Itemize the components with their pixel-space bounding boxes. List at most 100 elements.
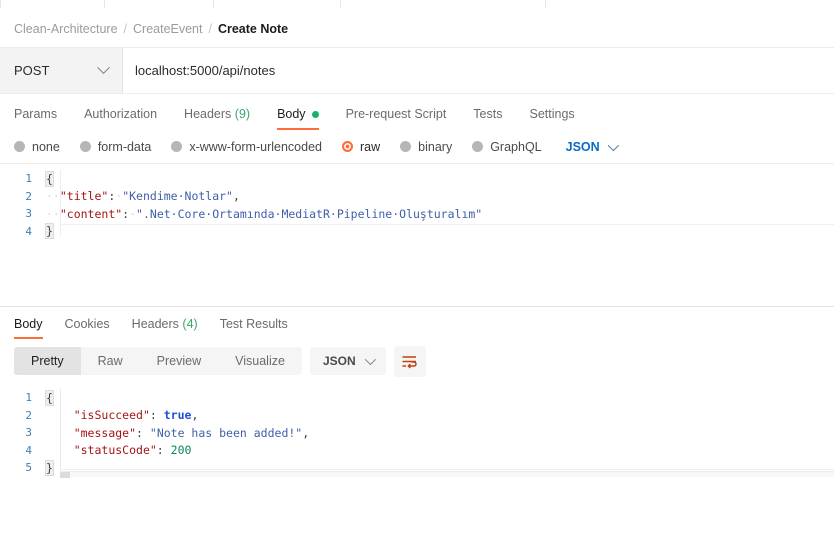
request-format-selector[interactable]: JSON (565, 139, 619, 154)
response-format-label: JSON (322, 354, 356, 368)
code-line: 1 { (0, 389, 834, 407)
response-tab-headers[interactable]: Headers (4) (132, 309, 198, 339)
body-type-urlencoded[interactable]: x-www-form-urlencoded (171, 140, 322, 154)
json-close-brace: } (45, 223, 54, 240)
request-body-editor[interactable]: 1 { 2 ··"title":·"Kendime·Notlar", 3 ··"… (0, 164, 834, 294)
json-close-brace: } (45, 459, 54, 476)
request-format-label: JSON (565, 139, 600, 154)
radio-icon (472, 141, 484, 152)
body-type-none-label: none (32, 139, 60, 154)
tab-settings[interactable]: Settings (529, 97, 586, 130)
json-comma: , (191, 408, 199, 423)
view-mode-visualize[interactable]: Visualize (218, 347, 302, 375)
response-tab-body-label: Body (14, 317, 43, 331)
chevron-down-icon (97, 61, 110, 75)
tab-stub-middle[interactable] (213, 0, 341, 8)
line-number: 3 (25, 426, 32, 440)
line-number: 1 (25, 391, 32, 405)
breadcrumb-separator-2: / (208, 21, 212, 36)
word-wrap-button[interactable] (393, 345, 426, 377)
breadcrumb-folder[interactable]: CreateEvent (133, 22, 202, 36)
tab-headers-label: Headers (184, 107, 232, 121)
code-line: 3 ··"content":·".Net·Core·Ortamında·Medi… (0, 205, 834, 223)
body-type-raw[interactable]: raw (342, 140, 380, 154)
tab-stub-right[interactable] (545, 0, 834, 8)
json-key: "content" (59, 206, 123, 221)
radio-selected-icon (342, 141, 353, 152)
body-type-form-data[interactable]: form-data (79, 140, 151, 154)
view-mode-raw[interactable]: Raw (81, 347, 140, 375)
tab-pre-request-script-label: Pre-request Script (345, 107, 447, 121)
breadcrumb-current: Create Note (217, 21, 289, 36)
view-mode-pretty[interactable]: Pretty (14, 347, 81, 375)
line-number: 3 (25, 207, 32, 221)
json-string-value: "Note has been added!" (149, 425, 303, 440)
json-comma: , (232, 189, 240, 204)
tab-authorization[interactable]: Authorization (84, 97, 169, 130)
word-wrap-icon (402, 355, 417, 369)
horizontal-scrollbar[interactable] (60, 471, 834, 478)
code-line: 4 "statusCode": 200 (0, 442, 834, 460)
json-key: "statusCode" (73, 443, 157, 458)
code-line: 2 "isSucceed": true, (0, 407, 834, 425)
response-tab-test-results-label: Test Results (219, 317, 288, 331)
json-colon: : (149, 408, 157, 423)
chevron-down-icon (364, 353, 376, 366)
json-key: "isSucceed" (73, 408, 150, 423)
body-type-urlencoded-label: x-www-form-urlencoded (189, 139, 322, 154)
editor-rule (60, 223, 834, 225)
radio-icon (14, 141, 25, 152)
json-number-value: 200 (170, 443, 192, 458)
breadcrumb-separator-1: / (123, 21, 127, 36)
chevron-down-icon (607, 139, 619, 151)
view-mode-preview[interactable]: Preview (140, 347, 218, 375)
response-tab-test-results[interactable]: Test Results (220, 309, 288, 339)
json-comma: , (302, 425, 310, 440)
response-body-editor[interactable]: 1 { 2 "isSucceed": true, 3 "message": "N… (0, 383, 834, 487)
http-method-label: POST (14, 63, 50, 78)
json-key: "title" (59, 189, 109, 204)
response-tab-cookies[interactable]: Cookies (65, 309, 110, 339)
line-number: 1 (25, 172, 32, 186)
code-line: 2 ··"title":·"Kendime·Notlar", (0, 188, 834, 206)
body-type-binary[interactable]: binary (400, 140, 452, 154)
tab-tests-label: Tests (473, 107, 503, 121)
body-type-row: none form-data x-www-form-urlencoded raw… (0, 130, 834, 164)
body-type-graphql[interactable]: GraphQL (472, 139, 542, 154)
tab-pre-request-script[interactable]: Pre-request Script (346, 97, 459, 130)
request-url-input[interactable]: localhost:5000/api/notes (123, 48, 834, 93)
tab-stub-left[interactable] (0, 0, 105, 8)
response-tab-headers-count: (4) (182, 317, 198, 331)
response-format-selector[interactable]: JSON (309, 347, 386, 375)
scrollbar-thumb[interactable] (60, 472, 70, 478)
http-method-selector[interactable]: POST (0, 48, 123, 93)
code-line: 3 "message": "Note has been added!", (0, 424, 834, 442)
tab-authorization-label: Authorization (84, 107, 158, 121)
code-line: 1 { (0, 170, 834, 188)
whitespace-dots: ·· (46, 189, 60, 204)
response-tab-body[interactable]: Body (14, 309, 43, 339)
tab-params[interactable]: Params (14, 97, 69, 130)
tab-tests[interactable]: Tests (473, 97, 514, 130)
line-number: 2 (25, 189, 32, 203)
tab-body[interactable]: Body (277, 97, 331, 130)
breadcrumb-root[interactable]: Clean-Architecture (14, 22, 118, 36)
tab-strip (0, 0, 834, 10)
postman-request-response-view: Clean-Architecture / CreateEvent / Creat… (0, 0, 834, 544)
json-key: "message" (73, 425, 137, 440)
line-number: 5 (25, 461, 32, 475)
json-colon: : (156, 443, 164, 458)
json-string-value: "Kendime·Notlar" (122, 189, 233, 204)
tab-headers[interactable]: Headers (9) (184, 97, 262, 130)
json-string-value: ".Net·Core·Ortamında·MediatR·Pipeline·Ol… (136, 206, 483, 221)
body-type-graphql-label: GraphQL (490, 139, 542, 154)
tab-body-label: Body (277, 107, 306, 121)
response-view-mode-group: Pretty Raw Preview Visualize (14, 347, 302, 375)
editor-rule (60, 468, 834, 470)
body-type-none[interactable]: none (14, 140, 60, 154)
